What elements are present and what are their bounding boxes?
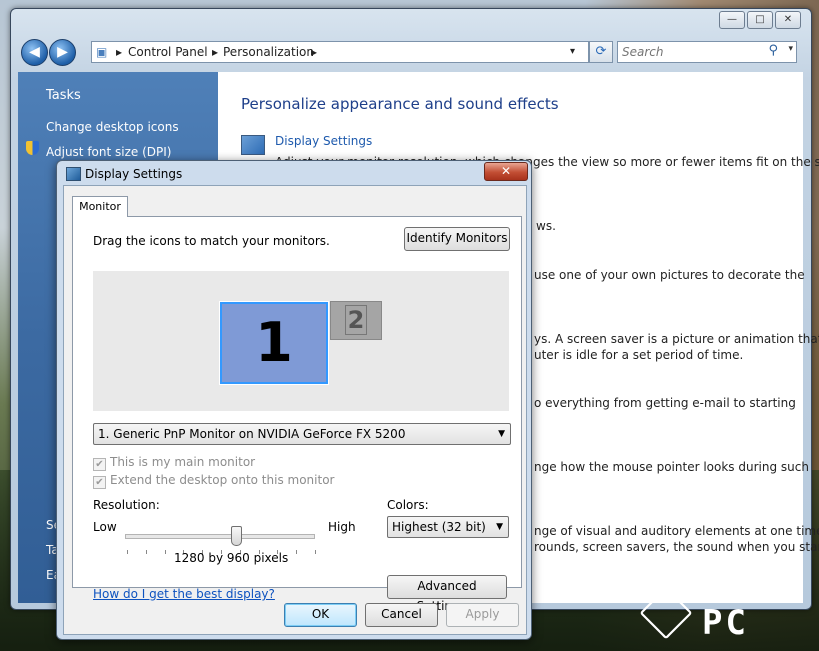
chevron-down-icon: ▼ — [496, 522, 503, 532]
slider-tick — [296, 550, 298, 554]
colors-select[interactable]: Highest (32 bit) ▼ — [387, 516, 509, 538]
drag-instruction: Drag the icons to match your monitors. — [93, 234, 330, 248]
chevron-down-icon: ▼ — [498, 429, 505, 439]
colors-label: Colors: — [387, 498, 429, 512]
display-settings-link[interactable]: Display Settings — [275, 134, 372, 148]
monitor-tab-panel: Drag the icons to match your monitors. I… — [72, 216, 522, 613]
monitor-arrangement-area: 1 2 — [93, 271, 509, 411]
sidebar-link-adjust-font-size[interactable]: Adjust font size (DPI) — [46, 145, 171, 159]
advanced-settings-button[interactable]: Advanced Settings... — [387, 575, 507, 613]
maximize-button[interactable]: □ — [747, 11, 773, 29]
minimize-button[interactable]: — — [719, 11, 745, 29]
resolution-low-label: Low — [93, 520, 117, 534]
content-text: ys. A screen saver is a picture or anima… — [534, 332, 819, 346]
search-dropdown-icon[interactable]: ▾ — [788, 44, 793, 54]
sidebar-heading: Tasks — [46, 88, 81, 103]
close-window-button[interactable]: ✕ — [775, 11, 801, 29]
apply-button[interactable]: Apply — [446, 603, 519, 627]
slider-tick — [127, 550, 128, 554]
control-panel-icon: ▣ — [96, 45, 108, 59]
navigation-bar: ◀ ▶ ▣ ▸ Control Panel ▸ Personalization … — [17, 39, 803, 67]
breadcrumb-separator-icon: ▸ — [212, 45, 219, 59]
monitor-2-icon[interactable]: 2 — [330, 301, 382, 340]
address-bar[interactable]: ▣ ▸ Control Panel ▸ Personalization ▸ ▾ — [91, 41, 589, 63]
tab-monitor[interactable]: Monitor — [72, 196, 128, 217]
content-text: rounds, screen savers, the sound when yo… — [534, 540, 819, 554]
monitor-1-icon[interactable]: 1 — [219, 301, 329, 385]
main-monitor-label: This is my main monitor — [110, 455, 256, 469]
content-text: ws. — [536, 219, 556, 233]
search-icon[interactable]: ⚲ — [768, 43, 778, 58]
content-text: uter is idle for a set period of time. — [534, 348, 744, 362]
watermark-line-2: PC — [702, 603, 749, 643]
main-monitor-checkbox[interactable]: ✔ This is my main monitor — [93, 455, 255, 471]
address-dropdown-icon[interactable]: ▾ — [570, 42, 575, 62]
uac-shield-icon — [26, 141, 39, 155]
search-box[interactable]: ⚲ ▾ — [617, 41, 797, 63]
window-caption-buttons: — □ ✕ — [719, 11, 801, 29]
content-text: o everything from getting e-mail to star… — [534, 396, 796, 410]
back-button[interactable]: ◀ — [21, 39, 48, 66]
resolution-high-label: High — [328, 520, 356, 534]
monitor-select[interactable]: 1. Generic PnP Monitor on NVIDIA GeForce… — [93, 423, 511, 445]
sidebar-link-change-desktop-icons[interactable]: Change desktop icons — [46, 120, 179, 134]
purepc-watermark: PURE PC — [639, 582, 808, 645]
purepc-logo-icon — [639, 586, 693, 640]
display-settings-icon — [66, 167, 81, 181]
forward-button[interactable]: ▶ — [49, 39, 76, 66]
resolution-slider-track[interactable] — [125, 534, 315, 539]
content-text: nge how the mouse pointer looks during s… — [534, 460, 809, 474]
monitor-select-value: 1. Generic PnP Monitor on NVIDIA GeForce… — [98, 427, 406, 441]
display-settings-dialog: Display Settings ✕ Monitor Drag the icon… — [56, 160, 532, 640]
colors-select-value: Highest (32 bit) — [392, 520, 486, 534]
resolution-value: 1280 by 960 pixels — [174, 551, 289, 565]
best-display-help-link[interactable]: How do I get the best display? — [93, 587, 275, 601]
search-input[interactable] — [618, 42, 766, 62]
display-settings-icon[interactable] — [241, 135, 265, 155]
extend-desktop-checkbox[interactable]: ✔ Extend the desktop onto this monitor — [93, 473, 334, 489]
cancel-button[interactable]: Cancel — [365, 603, 438, 627]
resolution-label: Resolution: — [93, 498, 160, 512]
breadcrumb-separator-icon: ▸ — [311, 45, 318, 59]
resolution-slider-thumb[interactable] — [230, 526, 242, 546]
monitor-2-number: 2 — [344, 305, 368, 335]
content-text: nge of visual and auditory elements at o… — [534, 524, 819, 538]
identify-monitors-button[interactable]: Identify Monitors — [404, 227, 510, 251]
breadcrumb-control-panel[interactable]: Control Panel — [128, 42, 208, 62]
page-title: Personalize appearance and sound effects — [241, 95, 559, 113]
ok-button[interactable]: OK — [284, 603, 357, 627]
slider-tick — [145, 550, 147, 554]
dialog-title: Display Settings — [85, 167, 183, 181]
checkbox-check-icon: ✔ — [93, 476, 106, 489]
breadcrumb-personalization[interactable]: Personalization — [223, 42, 314, 62]
dialog-body: Monitor Drag the icons to match your mon… — [63, 185, 527, 635]
dialog-close-button[interactable]: ✕ — [484, 162, 528, 181]
refresh-button[interactable]: ⟳ — [589, 41, 613, 63]
extend-desktop-label: Extend the desktop onto this monitor — [110, 473, 335, 487]
content-text: use one of your own pictures to decorate… — [534, 268, 805, 282]
breadcrumb-separator-icon: ▸ — [116, 45, 123, 59]
checkbox-check-icon: ✔ — [93, 458, 106, 471]
slider-tick — [315, 550, 316, 554]
slider-tick — [164, 550, 166, 554]
